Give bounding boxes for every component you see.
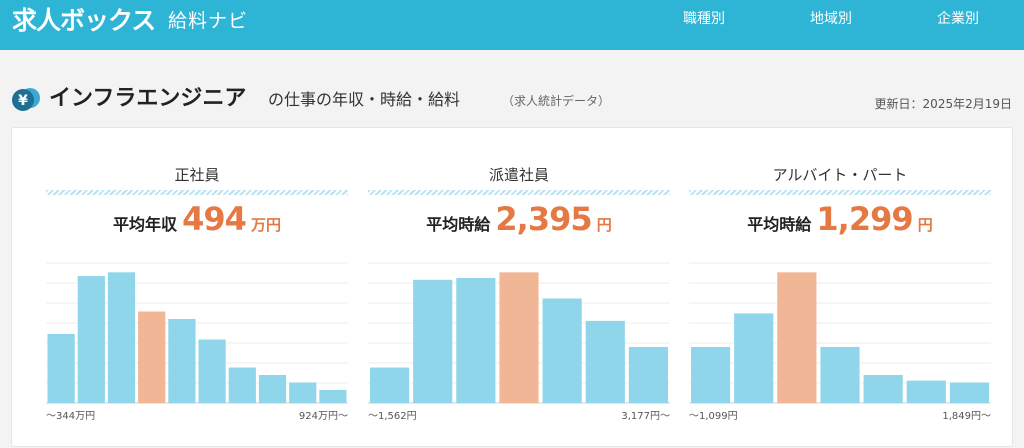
chart-bar bbox=[820, 347, 860, 403]
average-value: 2,395 bbox=[495, 200, 592, 238]
yen-coins-icon: ¥ bbox=[12, 88, 40, 111]
chart-bar bbox=[319, 389, 347, 403]
chart-bar bbox=[289, 382, 317, 403]
chart-bar bbox=[691, 347, 731, 403]
stripe-divider bbox=[46, 190, 348, 195]
chart-bar bbox=[542, 298, 582, 403]
panel-fulltime: 正社員 平均年収 494 万円 ～344万円 924万円～ bbox=[46, 128, 348, 448]
chart-bar bbox=[77, 276, 105, 403]
salary-distribution-chart bbox=[368, 262, 670, 404]
average-unit: 円 bbox=[917, 216, 933, 234]
stripe-divider bbox=[368, 190, 670, 195]
site-logo[interactable]: 求人ボックス bbox=[12, 4, 156, 38]
chart-bar bbox=[734, 313, 774, 403]
chart-bar bbox=[863, 375, 903, 403]
average-value: 494 bbox=[182, 200, 247, 238]
panel-title: 派遣社員 bbox=[488, 166, 549, 184]
chart-bar bbox=[585, 320, 625, 403]
nav-occupation-link[interactable]: 職種別 bbox=[683, 9, 725, 29]
range-max-label: 1,849円～ bbox=[942, 411, 991, 422]
updated-date: 更新日：2025年2月19日 bbox=[874, 97, 1012, 111]
average-summary: 平均時給 2,395 円 bbox=[368, 200, 670, 238]
chart-bar bbox=[413, 279, 453, 403]
range-min-label: ～344万円 bbox=[46, 411, 96, 422]
range-min-label: ～1,099円 bbox=[689, 411, 738, 422]
chart-bar bbox=[456, 277, 496, 403]
chart-bar bbox=[47, 333, 75, 403]
nav-company-link[interactable]: 企業別 bbox=[937, 9, 979, 29]
yen-symbol: ¥ bbox=[18, 93, 28, 109]
chart-bar bbox=[906, 380, 946, 403]
chart-bar-average bbox=[138, 311, 166, 403]
site-header: 求人ボックス 給料ナビ 職種別 地域別 企業別 bbox=[0, 0, 1024, 50]
average-label: 平均時給 bbox=[747, 215, 812, 234]
chart-bar-average bbox=[499, 272, 539, 403]
stripe-divider bbox=[689, 190, 991, 195]
panel-parttime: アルバイト・パート 平均時給 1,299 円 ～1,099円 1,849円～ bbox=[689, 128, 991, 448]
range-max-label: 924万円～ bbox=[298, 411, 348, 422]
salary-stats-card: 正社員 平均年収 494 万円 ～344万円 924万円～ 派遣社員 平均時給 … bbox=[11, 127, 1013, 447]
page-title-note: （求人統計データ） bbox=[502, 94, 611, 108]
salary-distribution-chart bbox=[46, 262, 348, 404]
average-summary: 平均時給 1,299 円 bbox=[689, 200, 991, 238]
site-logo-subtitle[interactable]: 給料ナビ bbox=[168, 8, 248, 34]
range-min-label: ～1,562円 bbox=[368, 411, 417, 422]
chart-bar bbox=[168, 319, 196, 403]
page-title: インフラエンジニア bbox=[49, 86, 247, 111]
chart-bar bbox=[628, 347, 668, 403]
panel-title: 正社員 bbox=[174, 166, 220, 184]
average-label: 平均時給 bbox=[426, 215, 491, 234]
chart-bar-average bbox=[777, 272, 817, 403]
panel-dispatch: 派遣社員 平均時給 2,395 円 ～1,562円 3,177円～ bbox=[368, 128, 670, 448]
panel-title: アルバイト・パート bbox=[772, 166, 908, 184]
chart-bar bbox=[258, 375, 287, 403]
average-summary: 平均年収 494 万円 bbox=[46, 200, 348, 238]
nav-region-link[interactable]: 地域別 bbox=[810, 9, 852, 29]
average-unit: 万円 bbox=[250, 216, 281, 234]
range-max-label: 3,177円～ bbox=[621, 411, 670, 422]
chart-bar bbox=[198, 339, 226, 403]
chart-bar bbox=[107, 272, 136, 403]
chart-bar bbox=[228, 367, 256, 403]
average-label: 平均年収 bbox=[112, 215, 177, 234]
average-value: 1,299 bbox=[816, 200, 913, 238]
chart-bar bbox=[949, 382, 989, 403]
chart-bar bbox=[370, 367, 410, 403]
salary-distribution-chart bbox=[689, 262, 991, 404]
page-title-suffix: の仕事の年収・時給・給料 bbox=[268, 90, 461, 109]
average-unit: 円 bbox=[596, 216, 612, 234]
